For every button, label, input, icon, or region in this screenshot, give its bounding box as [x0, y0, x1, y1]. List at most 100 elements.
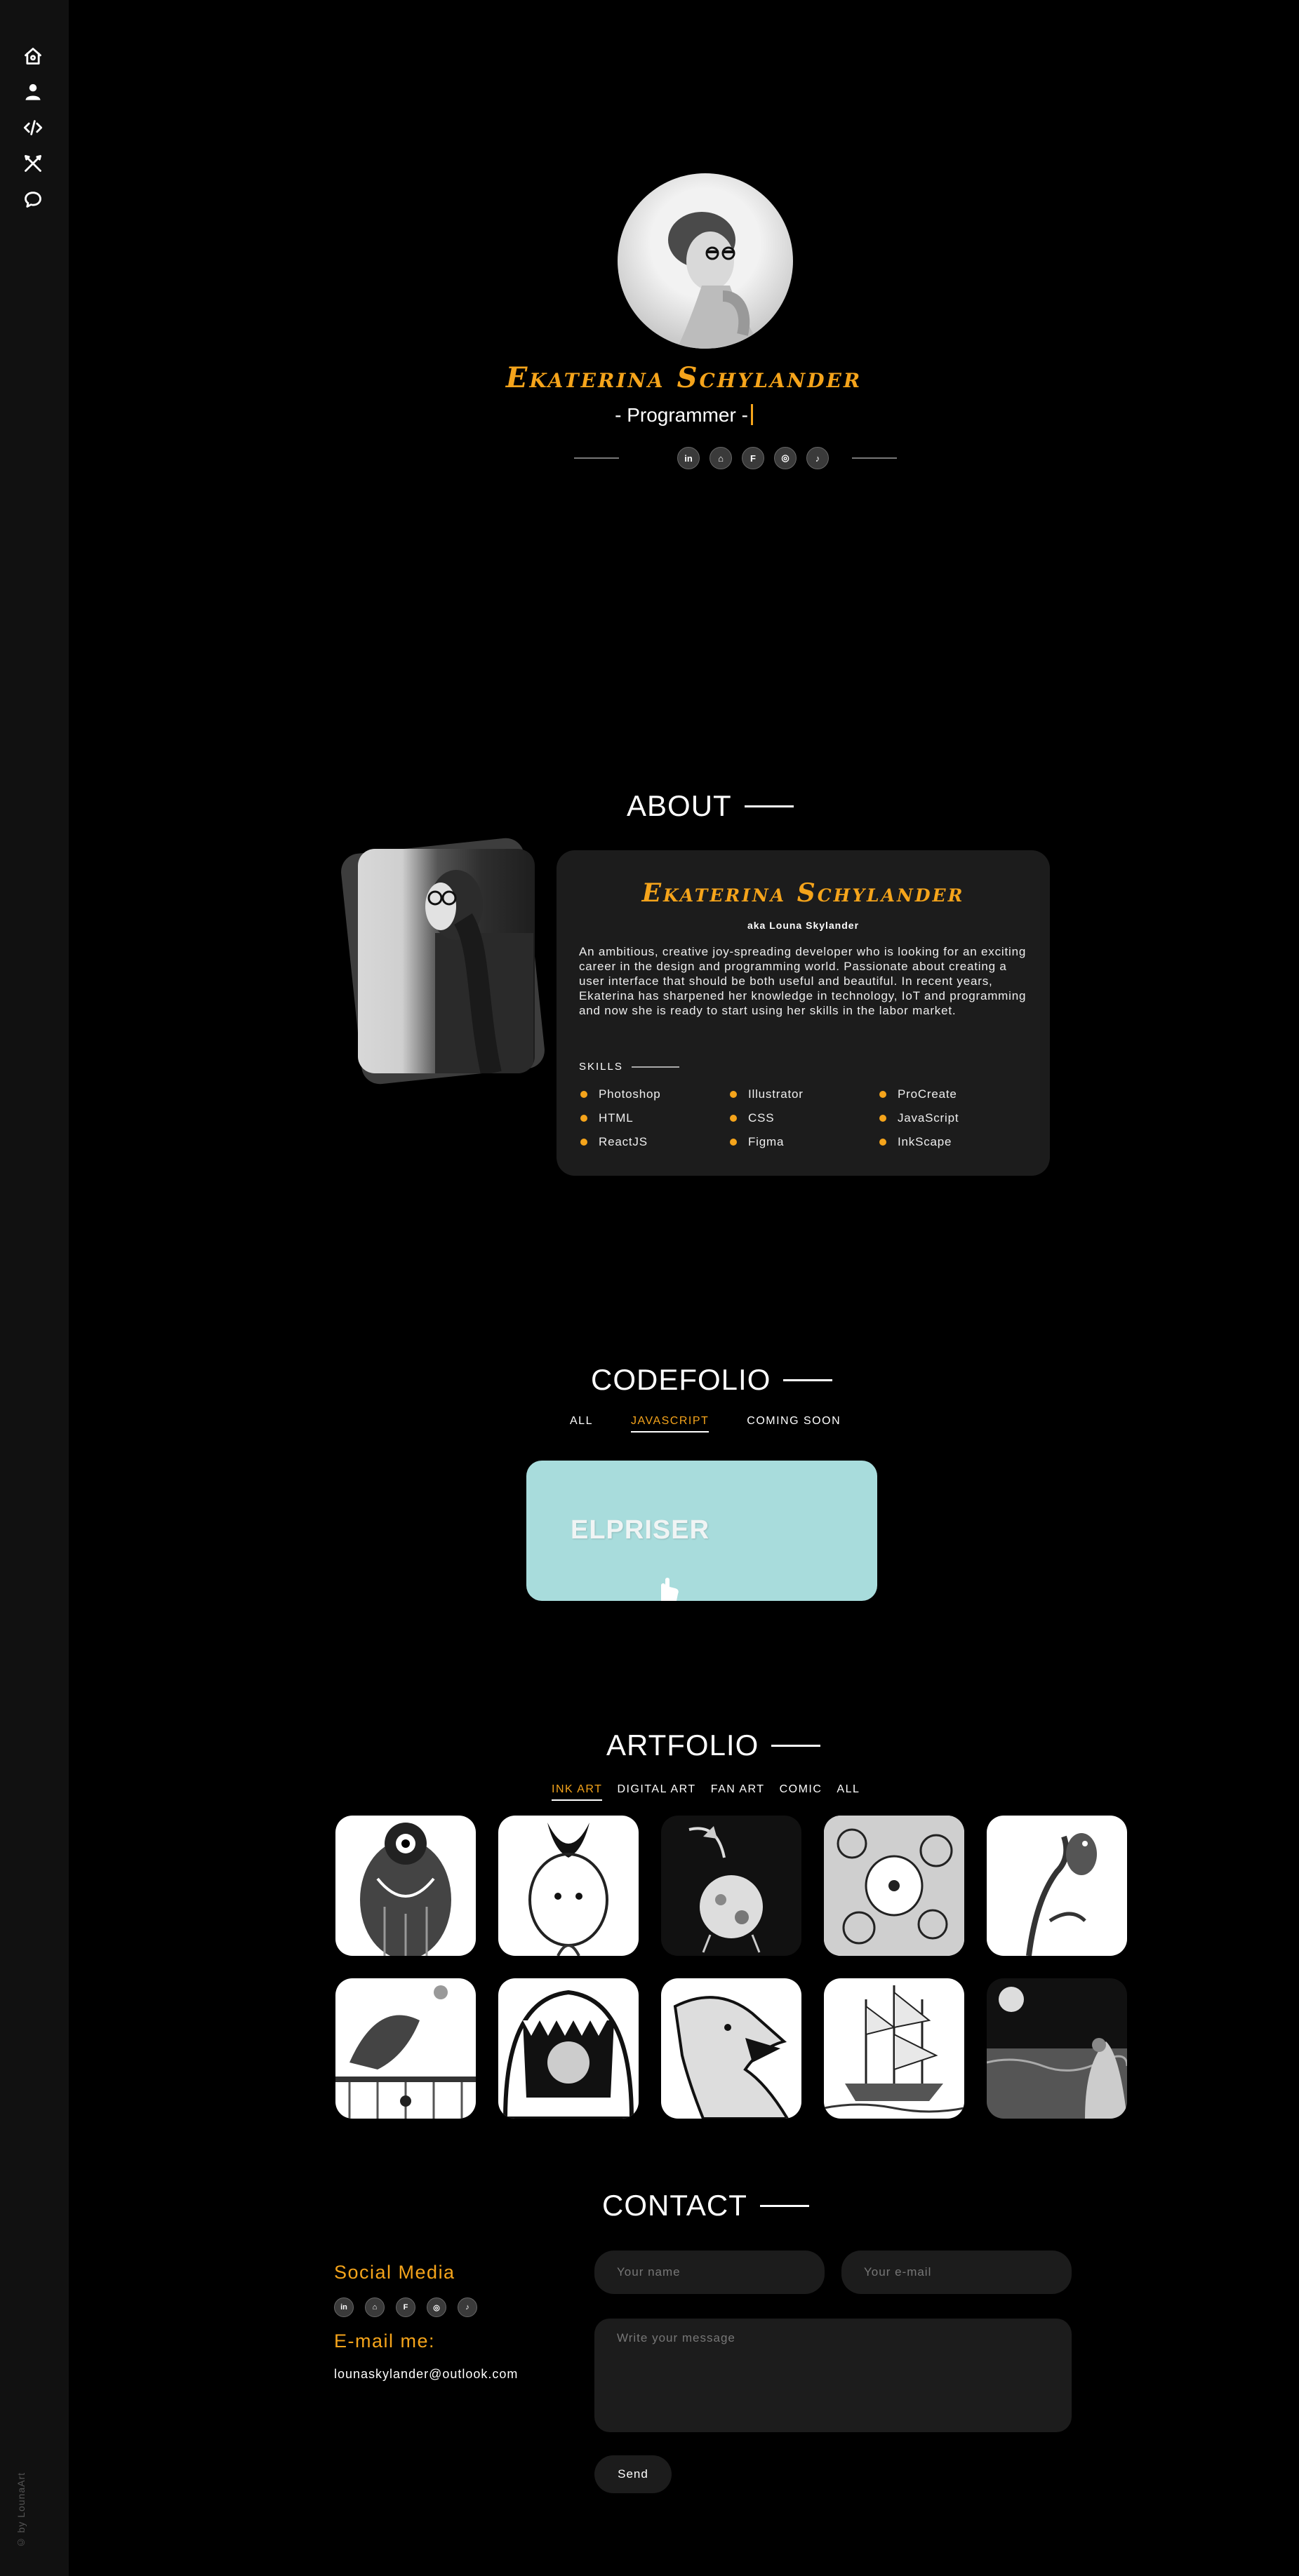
linkedin-icon[interactable]: in: [334, 2297, 354, 2317]
skill-item: Photoshop: [579, 1087, 728, 1101]
send-button[interactable]: Send: [594, 2455, 672, 2493]
filter-fan-art[interactable]: FAN ART: [711, 1783, 765, 1801]
pointer-icon: [661, 1578, 679, 1601]
bullet-icon: [730, 1139, 737, 1146]
skill-item: InkScape: [878, 1135, 1027, 1149]
filter-javascript[interactable]: JAVASCRIPT: [630, 1415, 710, 1433]
codefolio-title-text: CODEFOLIO: [591, 1363, 771, 1396]
about-name: Ekaterina Schylander: [641, 878, 965, 908]
art-thumbnail-monster-mouth[interactable]: [498, 1978, 639, 2119]
codefolio-title: CODEFOLIO: [591, 1363, 833, 1397]
github-icon[interactable]: ⌂: [710, 447, 732, 469]
bullet-icon: [730, 1091, 737, 1098]
bullet-icon: [580, 1115, 587, 1122]
art-gallery: [335, 1816, 1127, 2119]
project-card-elpriser[interactable]: ELPRISER: [526, 1461, 877, 1601]
chat-icon[interactable]: [22, 188, 44, 210]
skill-label: HTML: [599, 1111, 634, 1125]
linkedin-icon[interactable]: in: [677, 447, 700, 469]
filter-ink-art[interactable]: INK ART: [552, 1783, 603, 1801]
skill-label: ProCreate: [898, 1087, 957, 1101]
skill-label: Photoshop: [599, 1087, 661, 1101]
about-photo: [358, 849, 535, 1073]
skill-item: Figma: [728, 1135, 878, 1149]
message-textarea[interactable]: [594, 2319, 1072, 2432]
skill-label: CSS: [748, 1111, 775, 1125]
name-input[interactable]: [594, 2250, 825, 2294]
social-divider-right: [852, 457, 897, 459]
artfolio-filters: INK ART DIGITAL ART FAN ART COMIC ALL: [552, 1783, 860, 1801]
about-title: ABOUT: [627, 789, 794, 823]
hero-social-links: in ⌂ F ◎ ♪: [574, 447, 897, 469]
art-thumbnail-bird-branch[interactable]: [987, 1816, 1127, 1956]
freecodecamp-icon[interactable]: F: [742, 447, 764, 469]
bullet-icon: [879, 1139, 886, 1146]
copyright-text: © by LounaArt: [15, 2471, 27, 2548]
skill-label: ReactJS: [599, 1135, 648, 1148]
art-thumbnail-planet[interactable]: [661, 1816, 801, 1956]
filter-all[interactable]: ALL: [570, 1415, 593, 1433]
filter-all-art[interactable]: ALL: [837, 1783, 860, 1801]
about-title-text: ABOUT: [627, 789, 732, 822]
tiktok-icon[interactable]: ♪: [806, 447, 829, 469]
title-bar: [783, 1378, 833, 1381]
skills-title: SKILLS: [579, 1061, 679, 1073]
bullet-icon: [730, 1115, 737, 1122]
art-thumbnail-raven-bridge[interactable]: [335, 1978, 476, 2119]
contact-title-text: CONTACT: [602, 2189, 747, 2222]
freecodecamp-icon[interactable]: F: [396, 2297, 415, 2317]
github-icon[interactable]: ⌂: [365, 2297, 385, 2317]
skill-item: HTML: [579, 1111, 728, 1125]
skill-label: JavaScript: [898, 1111, 959, 1125]
skill-label: Figma: [748, 1135, 785, 1148]
profile-avatar: [618, 173, 793, 349]
art-thumbnail-creature[interactable]: [498, 1816, 639, 1956]
contact-social-links: in ⌂ F ◎ ♪: [334, 2297, 488, 2317]
contact-title: CONTACT: [602, 2189, 809, 2222]
home-icon[interactable]: [22, 45, 44, 67]
user-icon[interactable]: [22, 81, 44, 103]
art-thumbnail-wolf[interactable]: [661, 1978, 801, 2119]
hero-role-text: - Programmer -: [615, 404, 748, 426]
hero-role: - Programmer -: [69, 404, 1299, 427]
art-thumbnail-flowers[interactable]: [824, 1816, 964, 1956]
skill-item: CSS: [728, 1111, 878, 1125]
hero-name: Ekaterina Schylander: [505, 361, 862, 394]
artfolio-title-text: ARTFOLIO: [606, 1729, 759, 1762]
skills-title-text: SKILLS: [579, 1061, 623, 1073]
filter-comic[interactable]: COMIC: [780, 1783, 822, 1801]
tiktok-icon[interactable]: ♪: [458, 2297, 477, 2317]
about-card: Ekaterina Schylander aka Louna Skylander…: [557, 850, 1050, 1176]
social-media-heading: Social Media: [334, 2262, 455, 2283]
contact-email[interactable]: lounaskylander@outlook.com: [334, 2367, 518, 2382]
skill-label: InkScape: [898, 1135, 952, 1148]
bullet-icon: [580, 1091, 587, 1098]
instagram-icon[interactable]: ◎: [774, 447, 797, 469]
filter-digital-art[interactable]: DIGITAL ART: [617, 1783, 695, 1801]
about-description: An ambitious, creative joy-spreading dev…: [579, 945, 1027, 1017]
bullet-icon: [580, 1139, 587, 1146]
title-bar: [744, 805, 794, 807]
skill-label: Illustrator: [748, 1087, 804, 1101]
codefolio-filters: ALL JAVASCRIPT COMING SOON: [570, 1415, 841, 1433]
skills-list: Photoshop Illustrator ProCreate HTML CSS…: [579, 1087, 1028, 1149]
email-heading: E-mail me:: [334, 2330, 436, 2352]
bullet-icon: [879, 1115, 886, 1122]
instagram-icon[interactable]: ◎: [427, 2297, 446, 2317]
bullet-icon: [879, 1091, 886, 1098]
artfolio-title: ARTFOLIO: [606, 1729, 821, 1762]
project-title: ELPRISER: [571, 1515, 710, 1545]
filter-coming-soon[interactable]: COMING SOON: [747, 1415, 841, 1433]
title-bar: [759, 2204, 809, 2207]
about-aka: aka Louna Skylander: [747, 920, 860, 931]
art-thumbnail-ship[interactable]: [824, 1978, 964, 2119]
typing-cursor: [750, 404, 753, 425]
art-thumbnail-night-sea[interactable]: [987, 1978, 1127, 2119]
brushes-icon[interactable]: [22, 152, 44, 175]
email-input[interactable]: [841, 2250, 1072, 2294]
title-bar: [771, 1744, 821, 1747]
art-thumbnail-owl-mask[interactable]: [335, 1816, 476, 1956]
social-divider-left: [574, 457, 619, 459]
skill-item: Illustrator: [728, 1087, 878, 1101]
code-icon[interactable]: [22, 116, 44, 139]
